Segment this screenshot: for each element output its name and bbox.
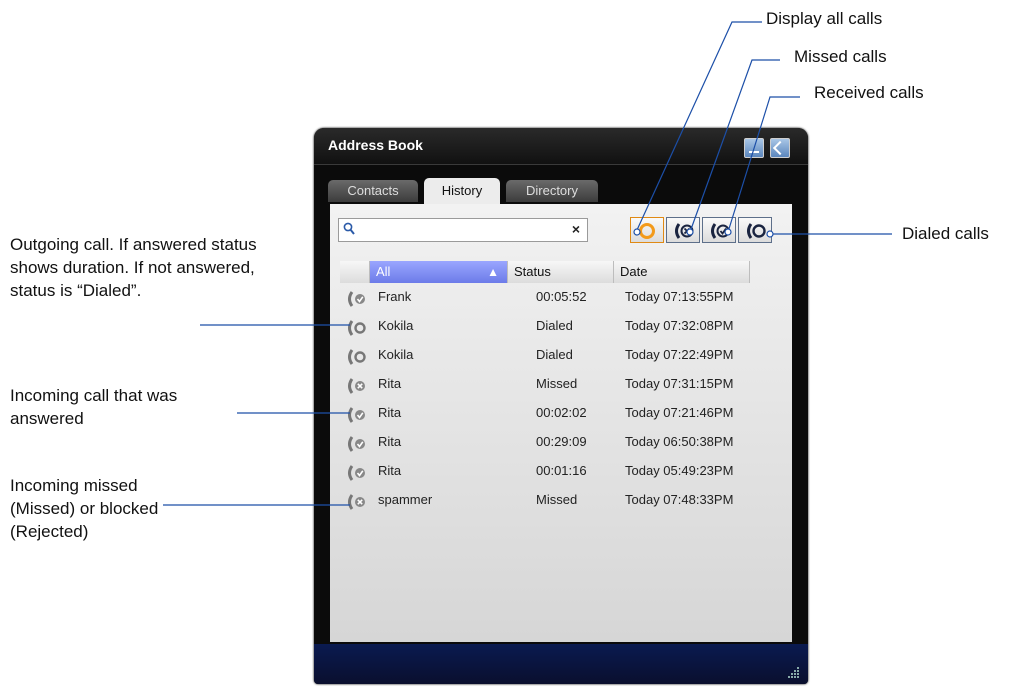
row-status: 00:05:52 — [536, 289, 587, 304]
row-date: Today 07:13:55PM — [625, 289, 734, 304]
annotation-outgoing-call: Outgoing call. If answered status shows … — [10, 235, 257, 300]
row-status: 00:01:16 — [536, 463, 587, 478]
row-status: Missed — [536, 376, 578, 391]
table-row[interactable]: Rita Missed Today 07:31:15PM — [340, 371, 770, 400]
received-calls-button[interactable] — [702, 217, 736, 243]
tab-directory[interactable]: Directory — [506, 180, 598, 202]
row-name: Kokila — [378, 347, 414, 362]
search-input[interactable] — [361, 221, 565, 241]
missed-calls-button[interactable] — [666, 217, 700, 243]
display-all-calls-icon — [639, 223, 655, 239]
sort-ascending-icon: ▲ — [487, 265, 499, 279]
annotation-dialed-calls: Dialed calls — [902, 224, 989, 243]
column-header-all[interactable]: All ▲ — [370, 261, 508, 283]
dock-icon[interactable] — [770, 138, 790, 158]
row-name: spammer — [378, 492, 433, 507]
table-row[interactable]: Rita 00:02:02 Today 07:21:46PM — [340, 400, 770, 429]
tab-history[interactable]: History — [424, 178, 500, 204]
annotation-incoming-missed: Incoming missed (Missed) or blocked (Rej… — [10, 476, 159, 541]
row-status: Dialed — [536, 347, 573, 362]
received-call-icon — [348, 291, 365, 307]
column-header-status[interactable]: Status — [508, 261, 614, 283]
dialed-call-icon — [348, 349, 366, 365]
column-header-all-label: All — [376, 264, 391, 279]
missed-calls-icon — [675, 223, 694, 239]
annotation-received-calls: Received calls — [814, 83, 924, 102]
history-table-header: All ▲ Status Date — [340, 261, 750, 283]
missed-call-icon — [348, 378, 365, 394]
annotation-display-all-calls: Display all calls — [766, 9, 883, 28]
dialed-call-icon — [348, 320, 366, 336]
row-name: Rita — [378, 405, 402, 420]
tab-contacts[interactable]: Contacts — [328, 180, 418, 202]
table-row[interactable]: Kokila Dialed Today 07:32:08PM — [340, 313, 770, 342]
row-date: Today 07:31:15PM — [625, 376, 734, 391]
row-date: Today 07:21:46PM — [625, 405, 734, 420]
row-status: 00:02:02 — [536, 405, 587, 420]
missed-call-icon — [348, 494, 365, 510]
search-box[interactable]: × — [338, 218, 588, 242]
row-date: Today 07:48:33PM — [625, 492, 734, 507]
received-calls-icon — [711, 223, 730, 239]
dialed-calls-icon — [747, 223, 766, 239]
row-date: Today 07:22:49PM — [625, 347, 734, 362]
row-date: Today 06:50:38PM — [625, 434, 734, 449]
received-call-icon — [348, 465, 365, 481]
table-row[interactable]: Rita 00:01:16 Today 05:49:23PM — [340, 458, 770, 487]
column-header-date[interactable]: Date — [614, 261, 750, 283]
row-name: Rita — [378, 434, 402, 449]
clear-search-icon[interactable]: × — [572, 221, 580, 237]
row-status: Missed — [536, 492, 578, 507]
row-name: Rita — [378, 376, 402, 391]
table-row[interactable]: Kokila Dialed Today 07:22:49PM — [340, 342, 770, 371]
row-status: 00:29:09 — [536, 434, 587, 449]
window-title: Address Book — [328, 137, 423, 153]
received-call-icon — [348, 407, 365, 423]
call-filter-toolbar — [630, 217, 775, 245]
minimize-icon[interactable] — [744, 138, 764, 158]
row-date: Today 07:32:08PM — [625, 318, 734, 333]
annotation-missed-calls: Missed calls — [794, 47, 887, 66]
row-date: Today 05:49:23PM — [625, 463, 734, 478]
table-row[interactable]: Frank 00:05:52 Today 07:13:55PM — [340, 284, 770, 313]
row-name: Kokila — [378, 318, 414, 333]
search-icon — [343, 222, 355, 235]
resize-grip-icon[interactable] — [788, 666, 800, 678]
row-name: Frank — [378, 289, 412, 304]
annotation-incoming-answered: Incoming call that was answered — [10, 386, 178, 428]
received-call-icon — [348, 436, 365, 452]
row-name: Rita — [378, 463, 402, 478]
header-spacer — [340, 261, 370, 283]
title-bar[interactable]: Address Book — [314, 128, 808, 165]
row-status: Dialed — [536, 318, 573, 333]
dialed-calls-button[interactable] — [738, 217, 772, 243]
address-book-window: Address Book Contacts History Directory … — [314, 128, 808, 684]
display-all-calls-button[interactable] — [630, 217, 664, 243]
history-panel: × All ▲ Status Date Frank 00:05:52 Today… — [330, 204, 792, 642]
table-row[interactable]: Rita 00:29:09 Today 06:50:38PM — [340, 429, 770, 458]
table-row[interactable]: spammer Missed Today 07:48:33PM — [340, 487, 770, 516]
status-bar — [314, 644, 808, 684]
